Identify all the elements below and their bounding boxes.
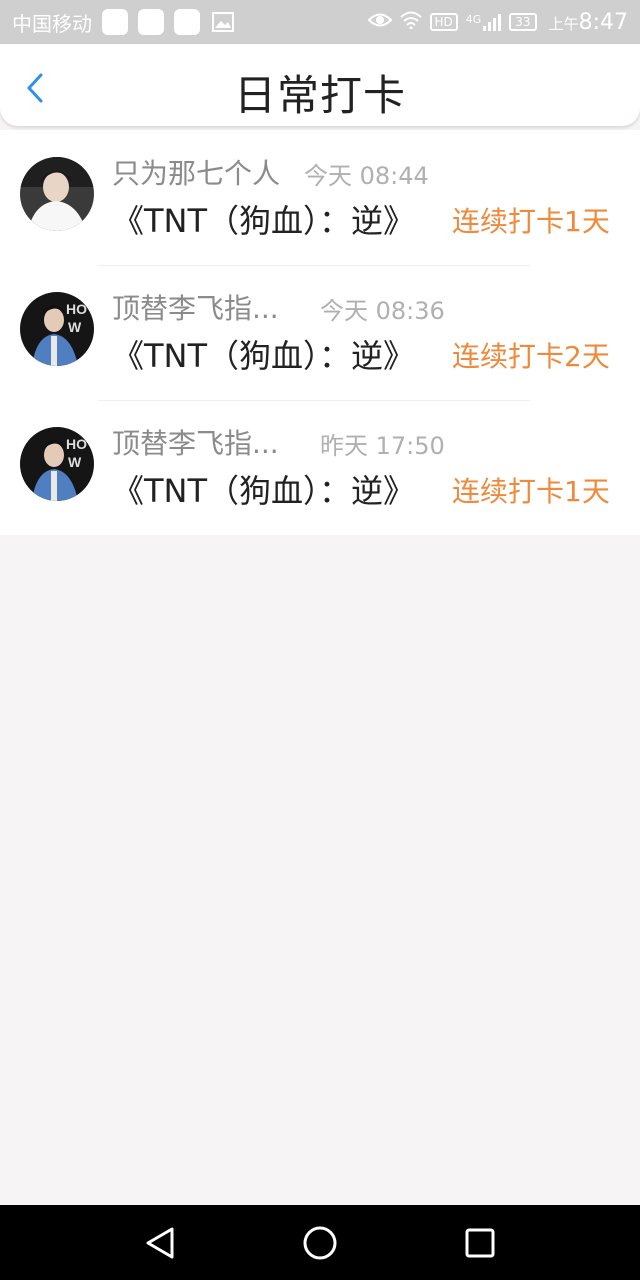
triangle-back-icon	[146, 1227, 174, 1259]
notification-icon	[102, 9, 128, 35]
circle-home-icon	[303, 1226, 337, 1260]
notification-icon	[174, 9, 200, 35]
streak-label: 连续打卡2天	[452, 340, 610, 373]
clock-time: 8:47	[578, 9, 628, 35]
carrier-label: 中国移动	[12, 11, 92, 36]
image-icon	[210, 9, 236, 35]
streak-label: 连续打卡1天	[452, 205, 610, 238]
user-name: 顶替李飞指...	[112, 427, 279, 460]
avatar[interactable]: HO W	[20, 292, 94, 366]
eye-icon	[367, 11, 392, 34]
checkin-time: 今天 08:36	[320, 297, 445, 325]
network-label: 4G	[465, 13, 482, 26]
hd-badge: HD	[429, 13, 458, 31]
list-item[interactable]: HO W 顶替李飞指... 昨天 17:50 《TNT（狗血）：逆》 连续打卡1…	[0, 400, 640, 535]
battery-icon: 33	[509, 13, 537, 31]
book-title: 《TNT（狗血）：逆》	[112, 337, 416, 375]
user-name: 顶替李飞指...	[112, 292, 279, 325]
page-header: 日常打卡	[0, 44, 640, 126]
checkin-time: 今天 08:44	[304, 162, 429, 190]
notification-icon	[138, 9, 164, 35]
checkin-list: 只为那七个人 今天 08:44 《TNT（狗血）：逆》 连续打卡1天 HO W …	[0, 130, 640, 535]
square-recents-icon	[465, 1228, 495, 1258]
book-title: 《TNT（狗血）：逆》	[112, 472, 416, 510]
clock-prefix: 上午	[548, 14, 579, 33]
user-name: 只为那七个人	[112, 157, 281, 190]
wifi-icon	[399, 11, 422, 34]
svg-text:HO: HO	[66, 301, 87, 317]
clock: 上午8:47	[549, 10, 628, 35]
nav-back-button[interactable]	[140, 1223, 180, 1263]
checkin-time: 昨天 17:50	[320, 432, 445, 460]
nav-recents-button[interactable]	[460, 1223, 500, 1263]
page-title: 日常打卡	[233, 71, 406, 120]
avatar[interactable]: HO W	[20, 427, 94, 501]
signal-icon: 4G	[466, 13, 502, 31]
streak-label: 连续打卡1天	[452, 475, 610, 508]
svg-text:W: W	[68, 319, 82, 335]
svg-text:W: W	[68, 454, 82, 470]
list-item[interactable]: HO W 顶替李飞指... 今天 08:36 《TNT（狗血）：逆》 连续打卡2…	[0, 265, 640, 400]
system-nav-bar	[0, 1205, 640, 1280]
status-bar: 中国移动 HD 4G 33 上午8:47	[0, 0, 640, 44]
book-title: 《TNT（狗血）：逆》	[112, 202, 416, 240]
list-item[interactable]: 只为那七个人 今天 08:44 《TNT（狗血）：逆》 连续打卡1天	[0, 130, 640, 265]
svg-text:HO: HO	[66, 436, 87, 452]
nav-home-button[interactable]	[300, 1223, 340, 1263]
avatar[interactable]	[20, 157, 94, 231]
